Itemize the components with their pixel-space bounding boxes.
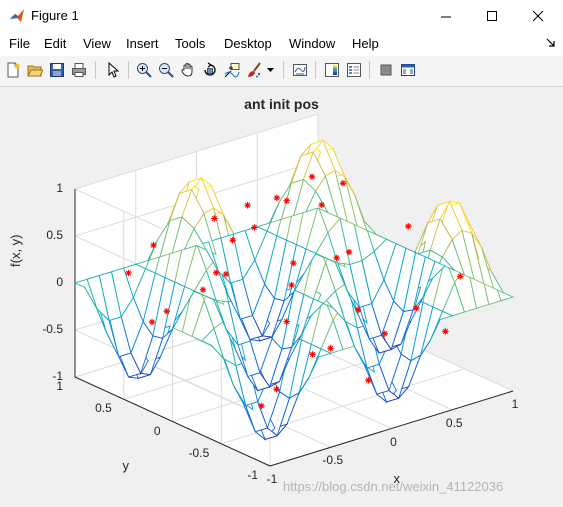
menu-desktop[interactable]: Desktop (224, 36, 272, 51)
pan-hand-icon (181, 63, 193, 77)
zoom-out-button[interactable] (155, 59, 177, 81)
show-plot-tools-icon (401, 64, 415, 76)
window-title: Figure 1 (31, 8, 79, 23)
ant-marker (273, 194, 281, 202)
x-tick-label: 0 (390, 434, 397, 449)
insert-legend-icon (347, 63, 361, 77)
toolbar-separator (315, 61, 316, 79)
ant-marker (273, 386, 280, 393)
y-tick-label: -0.5 (188, 445, 210, 460)
close-button[interactable] (515, 0, 561, 32)
ant-marker (405, 223, 412, 230)
menu-bar: File Edit View Insert Tools Desktop Wind… (0, 32, 563, 56)
dock-figure-icon[interactable] (546, 38, 556, 48)
ant-marker (365, 377, 372, 384)
z-tick-label: -0.5 (42, 322, 63, 336)
menu-tools[interactable]: Tools (175, 36, 205, 51)
ant-marker (222, 270, 230, 278)
matlab-logo-icon (10, 9, 24, 22)
rotate-3d-button[interactable] (199, 59, 221, 81)
title-bar[interactable]: Figure 1 (0, 0, 563, 32)
menu-insert[interactable]: Insert (126, 36, 159, 51)
print-button[interactable] (68, 59, 90, 81)
menu-edit[interactable]: Edit (44, 36, 66, 51)
save-button[interactable] (46, 59, 68, 81)
insert-legend-button[interactable] (343, 59, 365, 81)
new-figure-icon (7, 62, 20, 78)
menu-view[interactable]: View (83, 36, 111, 51)
figure-canvas[interactable]: ant init pos -1 -0.5 0 0.5 1 -1 -0.5 0 0.5 1 -1 -0.… (0, 87, 563, 507)
link-plot-icon (293, 64, 307, 76)
maximize-icon (486, 10, 497, 21)
y-tick-label: 1 (56, 379, 63, 393)
ant-marker (244, 202, 251, 209)
brush-dropdown-button[interactable] (265, 59, 277, 81)
edit-plot-arrow-icon (108, 62, 120, 78)
zoom-out-icon (159, 63, 174, 78)
x-tick-label: -0.5 (322, 453, 344, 468)
y-axis-label: y (122, 457, 130, 473)
z-axis-label: f(x, y) (8, 234, 23, 268)
link-plot-button[interactable] (289, 59, 311, 81)
ant-marker (345, 248, 353, 256)
minimize-button[interactable] (423, 0, 469, 32)
y-tick-label: -1 (247, 468, 258, 482)
edit-plot-button[interactable] (102, 59, 124, 81)
y-tick-label: 0 (153, 423, 161, 438)
pan-button[interactable] (177, 59, 199, 81)
show-plot-tools-button[interactable] (397, 59, 419, 81)
x-tick-label: 0.5 (445, 415, 463, 430)
z-tick-label: 0 (56, 275, 63, 289)
maximize-button[interactable] (469, 0, 515, 32)
insert-colorbar-button[interactable] (321, 59, 343, 81)
z-tick-label: 0.5 (46, 228, 63, 242)
data-cursor-icon (224, 63, 240, 78)
ant-marker (150, 241, 157, 249)
brush-dropdown-icon (267, 68, 274, 72)
z-tick-label: 1 (56, 181, 63, 195)
new-figure-button[interactable] (2, 59, 24, 81)
toolbar-separator (95, 61, 96, 79)
brush-button[interactable] (243, 59, 265, 81)
menu-window[interactable]: Window (289, 36, 335, 51)
zoom-in-button[interactable] (133, 59, 155, 81)
y-tick-label: 0.5 (95, 401, 112, 416)
minimize-icon (440, 16, 451, 17)
x-tick-label: 1 (511, 397, 519, 411)
menu-help[interactable]: Help (352, 36, 379, 51)
ant-marker (442, 328, 449, 335)
data-cursor-button[interactable] (221, 59, 243, 81)
brush-icon (248, 62, 261, 78)
ant-marker (163, 308, 170, 315)
rotate-3d-icon (204, 62, 216, 76)
close-icon (532, 10, 543, 21)
open-file-icon (27, 65, 43, 77)
zoom-in-icon (137, 63, 152, 78)
toolbar-separator (369, 61, 370, 79)
plot-title: ant init pos (244, 96, 319, 112)
insert-colorbar-icon (325, 63, 339, 77)
save-icon (50, 63, 64, 77)
open-file-button[interactable] (24, 59, 46, 81)
print-icon (72, 63, 86, 77)
surface-plot[interactable] (0, 87, 563, 507)
ant-marker (148, 318, 156, 326)
menu-file[interactable]: File (9, 36, 30, 51)
x-tick-label: -1 (266, 472, 278, 486)
ant-marker (229, 237, 236, 244)
ant-marker (309, 351, 316, 358)
hide-plot-tools-button[interactable] (375, 59, 397, 81)
figure-toolbar (0, 56, 563, 87)
hide-plot-tools-icon (380, 64, 392, 76)
ant-marker (413, 305, 420, 312)
toolbar-separator (283, 61, 284, 79)
toolbar-separator (128, 61, 129, 79)
watermark-text: https://blog.csdn.net/weixin_41122036 (283, 479, 504, 494)
